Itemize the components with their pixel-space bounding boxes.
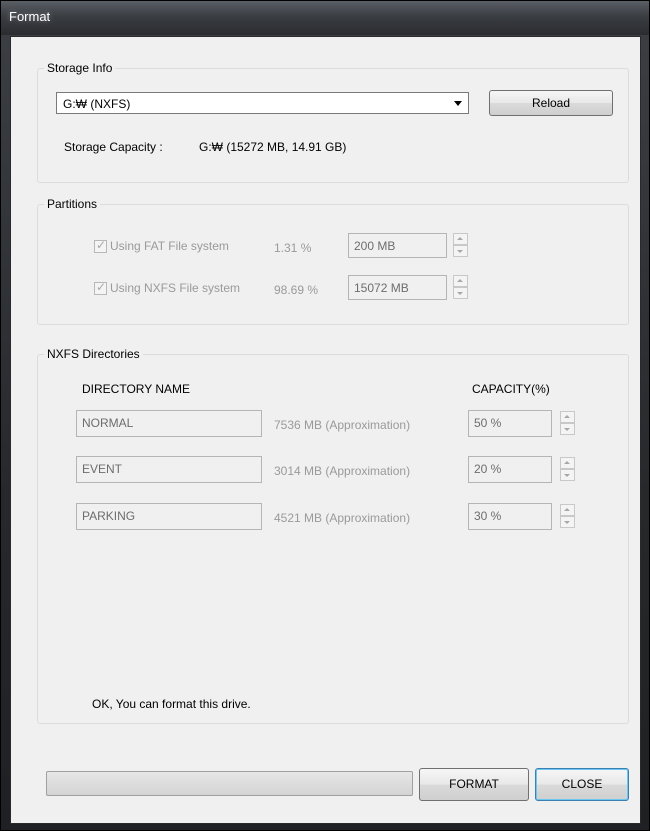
nxfs-checkbox[interactable]: ✓ xyxy=(94,280,107,295)
close-button[interactable]: CLOSE xyxy=(535,768,629,801)
partitions-group: Partitions ✓ Using FAT File system 1.31 … xyxy=(37,197,629,325)
storage-info-label: Storage Info xyxy=(44,61,116,75)
check-icon: ✓ xyxy=(96,280,107,294)
spin-down-icon[interactable] xyxy=(560,516,575,528)
format-button[interactable]: FORMAT xyxy=(419,768,529,801)
directory-approx: 4521 MB (Approximation) xyxy=(274,511,411,525)
format-button-label: FORMAT xyxy=(449,777,499,791)
reload-button-label: Reload xyxy=(531,96,571,110)
directory-capacity-field[interactable]: 50 % xyxy=(468,410,552,437)
nxfs-size-value: 15072 MB xyxy=(354,281,409,295)
status-message: OK, You can format this drive. xyxy=(92,697,251,711)
directory-approx: 7536 MB (Approximation) xyxy=(274,418,411,432)
spin-up-icon[interactable] xyxy=(453,233,468,245)
nxfs-size-spinner[interactable] xyxy=(453,275,468,299)
directory-name-field[interactable]: EVENT xyxy=(76,456,262,483)
nxfs-directories-group: NXFS Directories DIRECTORY NAME CAPACITY… xyxy=(37,347,629,724)
directory-name-value: PARKING xyxy=(82,509,136,523)
nxfs-percent: 98.69 % xyxy=(274,283,319,297)
directory-capacity-value: 30 % xyxy=(474,509,502,523)
format-window: Format Storage Info G:₩ (NXFS) Reload St… xyxy=(0,0,650,831)
directory-capacity-value: 50 % xyxy=(474,416,502,430)
nxfs-label: Using NXFS File system xyxy=(110,281,241,295)
directory-name-field[interactable]: PARKING xyxy=(76,503,262,530)
directory-name-value: EVENT xyxy=(82,462,123,476)
directory-capacity-field[interactable]: 30 % xyxy=(468,503,552,530)
partitions-label: Partitions xyxy=(44,197,101,211)
spin-down-icon[interactable] xyxy=(453,287,468,299)
fat-size-value: 200 MB xyxy=(354,239,396,253)
fat-size-spinner[interactable] xyxy=(453,233,468,257)
spin-down-icon[interactable] xyxy=(560,423,575,435)
directory-capacity-field[interactable]: 20 % xyxy=(468,456,552,483)
fat-label: Using FAT File system xyxy=(110,239,229,253)
nxfs-size-field[interactable]: 15072 MB xyxy=(348,275,447,300)
spin-down-icon[interactable] xyxy=(453,245,468,257)
spin-up-icon[interactable] xyxy=(453,275,468,287)
title-bar[interactable]: Format xyxy=(1,1,649,35)
fat-size-field[interactable]: 200 MB xyxy=(348,233,447,258)
directory-capacity-spinner[interactable] xyxy=(560,411,575,435)
storage-capacity-value: G:₩ (15272 MB, 14.91 GB) xyxy=(199,140,347,154)
format-progress-bar xyxy=(46,771,413,796)
directory-name-header: DIRECTORY NAME xyxy=(82,382,191,396)
reload-button[interactable]: Reload xyxy=(489,90,613,116)
capacity-header: CAPACITY(%) xyxy=(472,382,550,396)
spin-up-icon[interactable] xyxy=(560,457,575,469)
spin-up-icon[interactable] xyxy=(560,504,575,516)
directory-capacity-spinner[interactable] xyxy=(560,457,575,481)
drive-select[interactable]: G:₩ (NXFS) xyxy=(56,92,469,114)
directory-name-field[interactable]: NORMAL xyxy=(76,410,262,437)
directory-capacity-spinner[interactable] xyxy=(560,504,575,528)
storage-info-group: Storage Info G:₩ (NXFS) Reload Storage C… xyxy=(37,61,629,183)
chevron-down-icon xyxy=(454,101,462,106)
window-title: Format xyxy=(9,9,51,24)
drive-select-value: G:₩ (NXFS) xyxy=(63,97,131,111)
fat-percent: 1.31 % xyxy=(274,241,312,255)
nxfs-directories-label: NXFS Directories xyxy=(44,347,143,361)
directory-approx: 3014 MB (Approximation) xyxy=(274,464,411,478)
dialog-body: Storage Info G:₩ (NXFS) Reload Storage C… xyxy=(10,36,641,824)
directory-name-value: NORMAL xyxy=(82,416,134,430)
directory-capacity-value: 20 % xyxy=(474,462,502,476)
storage-capacity-label: Storage Capacity : xyxy=(64,140,163,154)
spin-up-icon[interactable] xyxy=(560,411,575,423)
spin-down-icon[interactable] xyxy=(560,469,575,481)
check-icon: ✓ xyxy=(96,238,107,252)
close-button-label: CLOSE xyxy=(561,777,603,791)
fat-checkbox[interactable]: ✓ xyxy=(94,238,107,253)
